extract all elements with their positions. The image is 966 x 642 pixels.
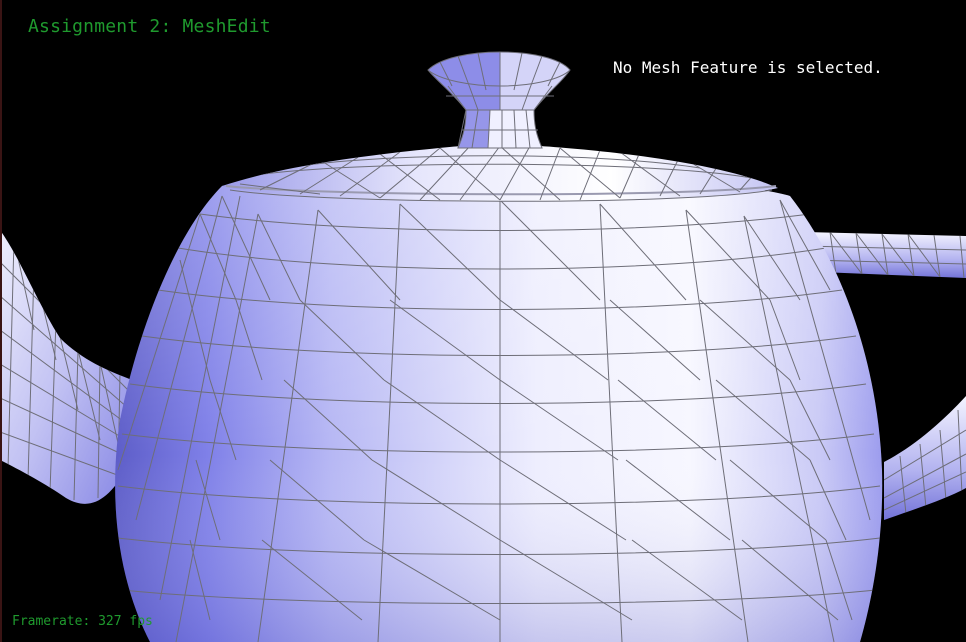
selection-status: No Mesh Feature is selected. [613,58,883,77]
teapot-spout [0,230,132,504]
mesh-canvas[interactable] [0,0,966,642]
framerate-readout: Framerate: 327 fps [12,614,153,629]
app-title: Assignment 2: MeshEdit [28,16,271,37]
teapot-lid [222,146,778,202]
teapot-knob [427,51,571,149]
mesh-viewport[interactable]: Assignment 2: MeshEdit No Mesh Feature i… [0,0,966,642]
teapot-body [115,174,883,642]
window-edge [0,0,2,642]
